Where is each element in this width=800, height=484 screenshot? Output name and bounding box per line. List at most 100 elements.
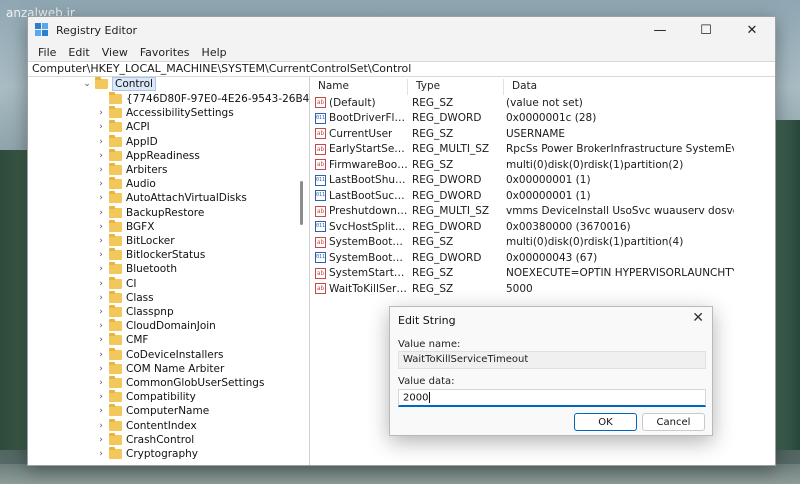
menu-help[interactable]: Help bbox=[196, 46, 233, 59]
tree-item[interactable]: › CoDeviceInstallers bbox=[96, 347, 224, 362]
tree-item[interactable]: › Bluetooth bbox=[96, 262, 177, 276]
tree-item[interactable]: › Classpnp bbox=[96, 305, 174, 319]
value-row[interactable]: abWaitToKillServic... REG_SZ 5000 bbox=[310, 281, 775, 296]
tree-item[interactable]: › CommonGlobUserSettings bbox=[96, 376, 264, 390]
menu-edit[interactable]: Edit bbox=[62, 46, 95, 59]
chevron-right-icon[interactable]: › bbox=[96, 264, 106, 274]
tree-item[interactable]: › Compatibility bbox=[96, 390, 196, 404]
value-row[interactable]: abSystemStartOpti... REG_SZ NOEXECUTE=OPT… bbox=[310, 266, 775, 281]
value-row[interactable]: 011SystemBootDriv... REG_DWORD 0x00000043 … bbox=[310, 250, 775, 265]
close-button[interactable]: ✕ bbox=[729, 17, 775, 43]
tree-item[interactable]: › AppID bbox=[96, 134, 158, 149]
chevron-right-icon[interactable]: › bbox=[96, 406, 106, 416]
tree-item[interactable]: › AccessibilitySettings bbox=[96, 106, 234, 120]
tree-item[interactable]: › BitlockerStatus bbox=[96, 248, 205, 262]
folder-icon bbox=[109, 106, 122, 119]
tree-item[interactable]: › AppReadiness bbox=[96, 148, 200, 163]
tree-item[interactable]: › AutoAttachVirtualDisks bbox=[96, 191, 247, 205]
tree-item-label: AppID bbox=[126, 135, 158, 148]
chevron-right-icon[interactable]: › bbox=[96, 421, 106, 431]
value-row[interactable]: 011LastBootSucceed... REG_DWORD 0x00000001… bbox=[310, 188, 775, 203]
tree-item[interactable]: › Cryptography bbox=[96, 447, 198, 461]
chevron-right-icon[interactable]: › bbox=[96, 137, 106, 147]
value-data-cell: USERNAME bbox=[506, 127, 566, 140]
address-bar[interactable]: Computer\HKEY_LOCAL_MACHINE\SYSTEM\Curre… bbox=[28, 61, 775, 77]
value-row[interactable]: ab CurrentUser REG_SZ USERNAME bbox=[310, 126, 775, 141]
value-row[interactable]: abFirmwareBootDe... REG_SZ multi(0)disk(0)… bbox=[310, 157, 775, 172]
column-data[interactable]: Data bbox=[504, 79, 734, 95]
chevron-right-icon[interactable]: › bbox=[96, 208, 106, 218]
cancel-button[interactable]: Cancel bbox=[642, 413, 705, 431]
tree-item[interactable]: › ComputerName bbox=[96, 404, 209, 418]
value-row[interactable]: ab (Default) REG_SZ (value not set) bbox=[310, 95, 775, 110]
chevron-right-icon[interactable]: › bbox=[96, 335, 106, 345]
value-row[interactable]: 011LastBootShutdo... REG_DWORD 0x00000001 … bbox=[310, 173, 775, 188]
chevron-down-icon[interactable]: ⌄ bbox=[82, 79, 92, 89]
tree-scrollbar-thumb[interactable] bbox=[300, 181, 303, 225]
chevron-right-icon[interactable]: › bbox=[96, 193, 106, 203]
tree-item[interactable]: › ACPI bbox=[96, 120, 150, 134]
column-name[interactable]: Name bbox=[310, 79, 408, 95]
chevron-right-icon[interactable]: › bbox=[96, 165, 106, 175]
chevron-right-icon[interactable]: › bbox=[96, 364, 106, 374]
value-type-cell: REG_SZ bbox=[412, 236, 454, 248]
value-row[interactable]: 011SvcHostSplitThre... REG_DWORD 0x0038000… bbox=[310, 219, 775, 234]
value-name-text: BootDriverFlags bbox=[329, 112, 408, 124]
tree-item[interactable]: › Class bbox=[96, 290, 154, 305]
chevron-right-icon[interactable]: › bbox=[96, 279, 106, 289]
tree-item[interactable]: › COM Name Arbiter bbox=[96, 361, 224, 376]
folder-icon bbox=[109, 134, 122, 147]
chevron-right-icon[interactable]: › bbox=[96, 350, 106, 360]
tree-item[interactable]: › CrashControl bbox=[96, 432, 194, 447]
value-name-cell: ab CurrentUser bbox=[310, 128, 408, 140]
chevron-right-icon[interactable]: › bbox=[96, 321, 106, 331]
tree-item[interactable]: {7746D80F-97E0-4E26-9543-26B41FC22F bbox=[96, 92, 309, 106]
value-row[interactable]: abSystemBootDevi... REG_SZ multi(0)disk(0)… bbox=[310, 235, 775, 250]
tree-item[interactable]: › BitLocker bbox=[96, 234, 175, 248]
chevron-right-icon[interactable]: › bbox=[96, 122, 106, 132]
tree-item[interactable]: › CloudDomainJoin bbox=[96, 319, 216, 333]
tree-item[interactable]: › CI bbox=[96, 276, 136, 291]
chevron-right-icon[interactable]: › bbox=[96, 108, 106, 118]
value-data-input[interactable]: 2000 bbox=[398, 389, 706, 407]
value-row[interactable]: abPreshutdownOrd... REG_MULTI_SZ vmms Devi… bbox=[310, 204, 775, 219]
chevron-right-icon[interactable]: › bbox=[96, 378, 106, 388]
minimize-button[interactable]: — bbox=[637, 17, 683, 43]
chevron-right-icon[interactable]: › bbox=[96, 179, 106, 189]
title-bar[interactable]: Registry Editor — ☐ ✕ bbox=[28, 17, 775, 43]
chevron-right-icon[interactable]: › bbox=[96, 151, 106, 161]
folder-icon bbox=[109, 390, 122, 403]
value-row[interactable]: 011 BootDriverFlags REG_DWORD 0x0000001c (2… bbox=[310, 111, 775, 126]
folder-icon bbox=[109, 191, 122, 204]
tree-item[interactable]: › BGFX bbox=[96, 219, 154, 234]
menu-file[interactable]: File bbox=[32, 46, 62, 59]
chevron-right-icon[interactable]: › bbox=[96, 435, 106, 445]
ok-button[interactable]: OK bbox=[574, 413, 637, 431]
column-type[interactable]: Type bbox=[408, 79, 504, 95]
menu-view[interactable]: View bbox=[96, 46, 134, 59]
value-name-text: FirmwareBootDe... bbox=[329, 158, 408, 171]
dialog-close-icon[interactable]: ✕ bbox=[692, 310, 704, 326]
chevron-right-icon[interactable]: › bbox=[96, 449, 106, 459]
value-type-cell: REG_SZ bbox=[412, 127, 454, 140]
value-type-cell: REG_DWORD bbox=[412, 220, 482, 233]
chevron-right-icon[interactable]: › bbox=[96, 392, 106, 402]
chevron-right-icon[interactable]: › bbox=[96, 236, 106, 246]
value-row[interactable]: abEarlyStartServices REG_MULTI_SZ RpcSs Po… bbox=[310, 142, 775, 157]
value-name-text: (Default) bbox=[329, 96, 376, 109]
chevron-right-icon[interactable]: › bbox=[96, 250, 106, 260]
menu-favorites[interactable]: Favorites bbox=[134, 46, 196, 59]
maximize-button[interactable]: ☐ bbox=[683, 17, 729, 43]
chevron-right-icon[interactable]: › bbox=[96, 307, 106, 317]
tree-item[interactable]: › Audio bbox=[96, 177, 156, 191]
value-data-label: Value data: bbox=[398, 376, 455, 387]
folder-icon bbox=[109, 447, 122, 459]
value-data-cell: 5000 bbox=[506, 282, 533, 295]
tree-item[interactable]: › ContentIndex bbox=[96, 418, 197, 433]
chevron-right-icon[interactable]: › bbox=[96, 293, 106, 303]
chevron-right-icon[interactable]: › bbox=[96, 222, 106, 232]
tree-item[interactable]: › BackupRestore bbox=[96, 205, 204, 220]
tree-item[interactable]: › Arbiters bbox=[96, 163, 167, 177]
tree-item[interactable]: › CMF bbox=[96, 333, 148, 347]
tree-item-control[interactable]: ⌄ Control bbox=[82, 77, 156, 91]
